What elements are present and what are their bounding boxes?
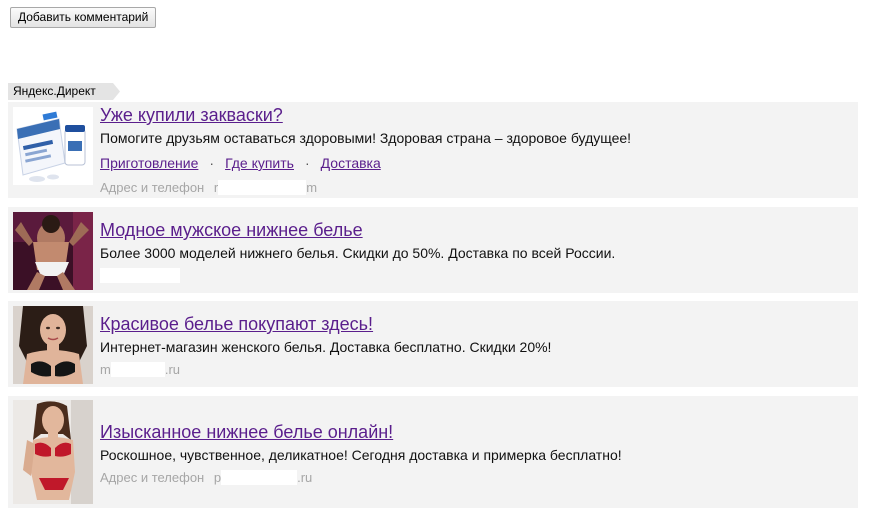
sitelink-delivery[interactable]: Доставка (321, 155, 381, 171)
add-comment-button[interactable]: Добавить комментарий (10, 7, 157, 28)
ad-description: Интернет-магазин женского белья. Доставк… (100, 339, 552, 355)
domain-suffix: .ru (297, 470, 313, 485)
direct-label-text: Яндекс.Директ (13, 84, 96, 98)
ad-description: Помогите друзьям оставаться здоровыми! З… (100, 130, 632, 146)
contact-label: Адрес и телефон (100, 180, 205, 195)
ad-item: Изысканное нижнее белье онлайн! Роскошно… (8, 396, 858, 508)
ad-contact-line[interactable] (100, 268, 180, 283)
ad-contact-line[interactable]: Адрес и телефон p .ru (100, 470, 312, 485)
domain-suffix: m (306, 180, 318, 195)
ad-item: Уже купили закваски? Помогите друзьям ос… (8, 102, 858, 198)
ad-image-red-lingerie[interactable] (13, 400, 93, 504)
yandex-direct-label[interactable]: Яндекс.Директ (8, 83, 120, 100)
contact-label: Адрес и телефон (100, 470, 205, 485)
sitelink-separator: · (209, 155, 215, 171)
sitelink-where-to-buy[interactable]: Где купить (225, 155, 294, 171)
ad-item: Красивое белье покупают здесь! Интернет-… (8, 301, 858, 387)
ad-contact-line[interactable]: m .ru (100, 362, 180, 377)
redacted-domain (110, 362, 165, 377)
ad-description: Роскошное, чувственное, деликатное! Сего… (100, 447, 622, 463)
ad-sitelinks: Приготовление · Где купить · Доставка (100, 155, 381, 171)
ad-contact-line[interactable]: Адрес и телефон rm (100, 180, 317, 195)
sitelink-preparation[interactable]: Приготовление (100, 155, 198, 171)
ad-title-link[interactable]: Уже купили закваски? (100, 105, 283, 126)
ad-title-link[interactable]: Изысканное нижнее белье онлайн! (100, 422, 393, 443)
redacted-domain (221, 470, 298, 485)
domain-prefix: p (213, 470, 222, 485)
ad-title-link[interactable]: Красивое белье покупают здесь! (100, 314, 373, 335)
domain-suffix: .ru (164, 362, 181, 377)
ad-description: Более 3000 моделей нижнего белья. Скидки… (100, 245, 616, 261)
ad-image-probiotic-box[interactable] (13, 107, 93, 185)
ad-image-mens-underwear[interactable] (13, 212, 93, 290)
redacted-domain (100, 268, 180, 283)
sitelink-separator: · (304, 155, 310, 171)
domain-prefix: m (100, 362, 111, 377)
ad-item: Модное мужское нижнее белье Более 3000 м… (8, 207, 858, 293)
redacted-domain (218, 180, 307, 195)
ad-title-link[interactable]: Модное мужское нижнее белье (100, 220, 363, 241)
ad-image-womens-lingerie[interactable] (13, 306, 93, 384)
